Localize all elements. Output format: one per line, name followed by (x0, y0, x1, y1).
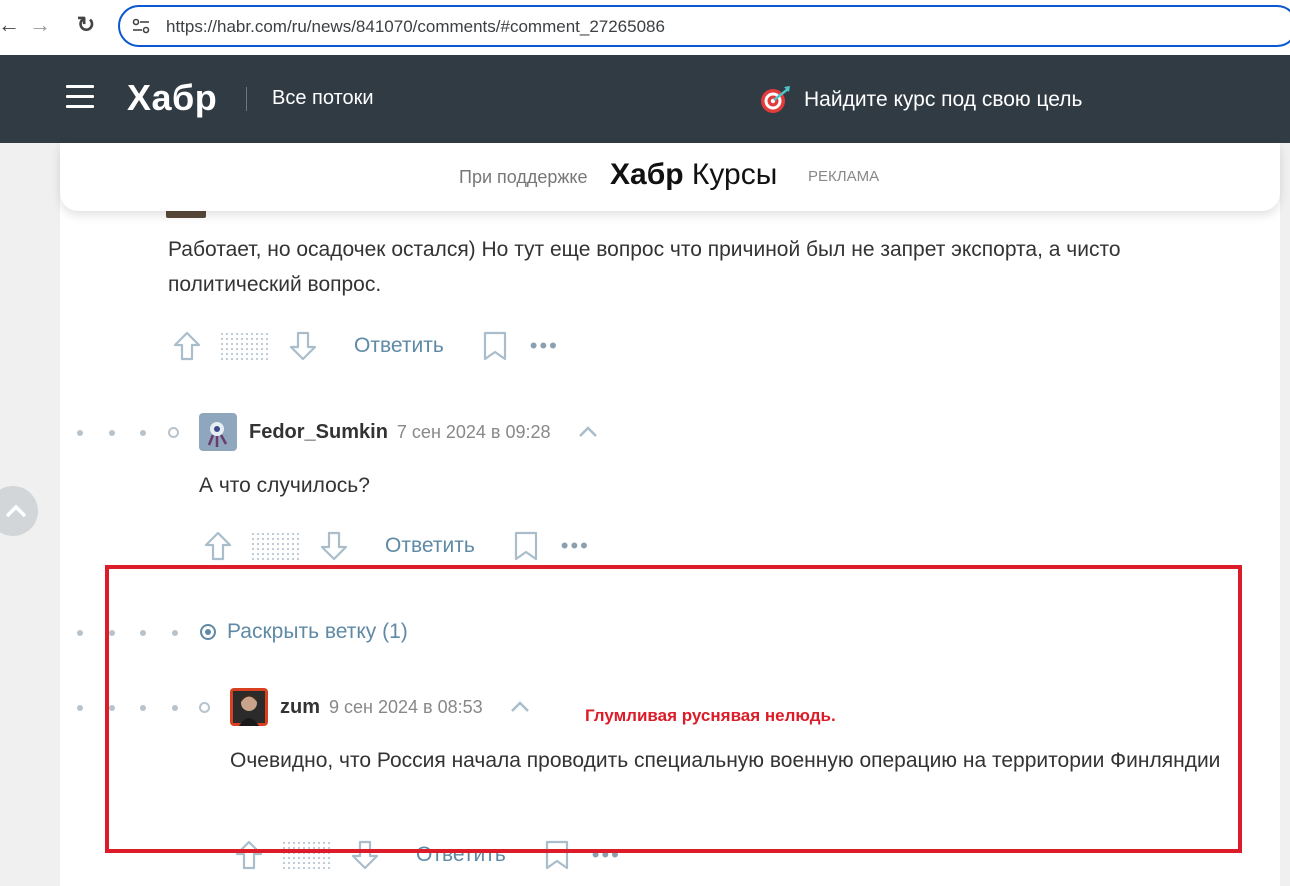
header-divider (246, 87, 247, 111)
comment-text: Работает, но осадочек остался) Но тут ещ… (168, 238, 1121, 296)
bookmark-icon[interactable] (513, 531, 539, 561)
all-streams-link[interactable]: Все потоки (272, 87, 374, 110)
upvote-icon[interactable] (203, 530, 233, 562)
thread-marker (77, 630, 83, 636)
promo-link[interactable]: Найдите курс под свою цель (758, 85, 1083, 115)
chevron-up-icon[interactable] (577, 425, 599, 439)
site-logo[interactable]: Хабр (127, 77, 217, 119)
thread-marker (77, 705, 83, 711)
more-options-icon[interactable]: ••• (530, 335, 559, 357)
username[interactable]: Fedor_Sumkin (249, 421, 388, 444)
address-bar[interactable]: https://habr.com/ru/news/841070/comments… (118, 5, 1290, 47)
score-hidden-icon (220, 332, 270, 360)
ad-label: РЕКЛАМА (808, 168, 880, 185)
thread-marker (140, 430, 146, 436)
chevron-up-icon (5, 504, 27, 518)
sponsor-logo[interactable]: Хабр Курсы (610, 158, 777, 192)
bookmark-icon[interactable] (482, 331, 508, 361)
downvote-icon[interactable] (319, 530, 349, 562)
promo-text[interactable]: Найдите курс под свою цель (804, 88, 1083, 112)
upvote-icon[interactable] (172, 330, 202, 362)
thread-marker (168, 427, 179, 438)
comment-header: Fedor_Sumkin 7 сен 2024 в 09:28 (199, 413, 599, 451)
sponsor-label: При поддержке (459, 167, 588, 187)
comment-actions: Ответить ••• (203, 528, 590, 564)
target-icon (761, 86, 790, 113)
reply-button[interactable]: Ответить (354, 334, 444, 358)
menu-icon[interactable] (66, 85, 94, 109)
downvote-icon[interactable] (288, 330, 318, 362)
site-header: Хабр Все потоки Найдите курс под свою це… (0, 55, 1290, 143)
more-options-icon[interactable]: ••• (561, 535, 590, 557)
reply-button[interactable]: Ответить (385, 534, 475, 558)
sponsor-banner[interactable]: При поддержке Хабр Курсы РЕКЛАМА (60, 143, 1280, 211)
avatar[interactable] (199, 413, 237, 451)
comment-date[interactable]: 7 сен 2024 в 09:28 (397, 422, 551, 443)
comment-text: А что случилось? (199, 474, 370, 497)
back-icon[interactable]: ← (0, 12, 22, 38)
thread-marker (77, 430, 83, 436)
thread-marker (109, 430, 115, 436)
reload-icon[interactable]: ↻ (73, 12, 99, 38)
forward-icon[interactable]: → (27, 12, 53, 38)
site-info-icon[interactable] (132, 18, 150, 34)
annotation-text: Глумливая руснявая нелюдь. (585, 706, 836, 725)
score-hidden-icon (251, 532, 301, 560)
url-text[interactable]: https://habr.com/ru/news/841070/comments… (166, 17, 665, 37)
comment-actions: Ответить ••• (172, 328, 559, 364)
browser-toolbar: ← → ↻ https://habr.com/ru/news/841070/co… (0, 0, 1290, 55)
scroll-top-button[interactable] (0, 486, 38, 536)
